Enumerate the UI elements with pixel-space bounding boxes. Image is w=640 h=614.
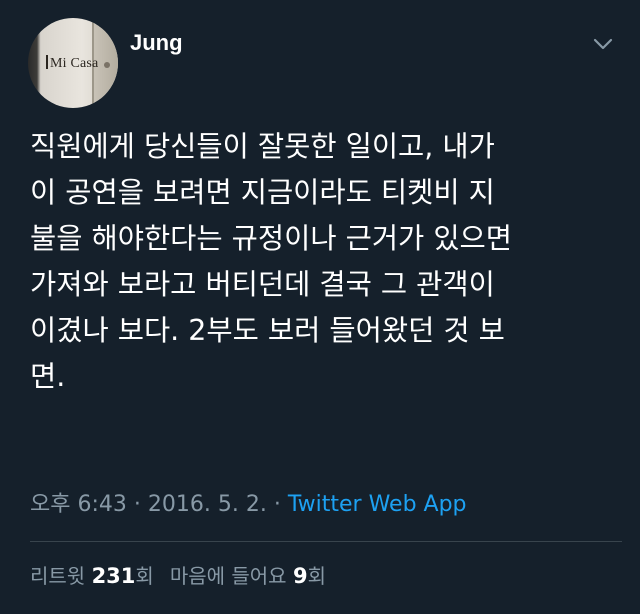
tweet-stats: 리트윗 231회 마음에 들어요 9회 [30,560,326,589]
tweet-text-line: 직원에게 당신들이 잘못한 일이고, 내가 [30,130,495,163]
divider [30,541,622,542]
retweet-unit: 회 [135,564,154,588]
like-unit: 회 [307,564,326,588]
like-count: 9 [292,564,308,588]
tweet-source-link[interactable]: Twitter Web App [288,492,467,517]
like-stat[interactable]: 마음에 들어요 9회 [170,564,326,588]
tweet-text-line: 가져와 보라고 버티던데 결국 그 관객이 [30,268,495,301]
tweet-meta: 오후 6:43 · 2016. 5. 2. · Twitter Web App [30,486,467,518]
tweet-text-line: 불을 해야한다는 규정이나 근거가 있으면 [30,222,512,255]
retweet-label: 리트윗 [30,564,86,588]
retweet-stat[interactable]: 리트윗 231회 [30,564,154,588]
meta-separator: · [273,492,281,517]
avatar-door-knob [104,62,110,68]
tweet-date[interactable]: 2016. 5. 2. [148,492,267,517]
tweet-text-line: 이겼나 보다. 2부도 보러 들어왔던 것 보 [30,314,505,347]
tweet-text: 직원에게 당신들이 잘못한 일이고, 내가 이 공연을 보려면 지금이라도 티켓… [30,124,630,400]
avatar-logo: Mi Casa [46,55,98,72]
tweet-time[interactable]: 오후 6:43 [30,492,127,517]
tweet-text-line: 이 공연을 보려면 지금이라도 티켓비 지 [30,176,495,209]
tweet-text-line: 면. [30,360,66,393]
meta-separator: · [133,492,141,517]
avatar-logo-text: Mi Casa [50,56,99,71]
avatar[interactable]: Mi Casa [28,18,118,108]
like-label: 마음에 들어요 [169,564,287,588]
chevron-down-icon[interactable] [592,36,614,52]
tweet-card: Mi Casa Jung 직원에게 당신들이 잘못한 일이고, 내가 이 공연을… [0,0,640,614]
user-name[interactable]: Jung [130,30,183,56]
retweet-count: 231 [91,564,136,588]
